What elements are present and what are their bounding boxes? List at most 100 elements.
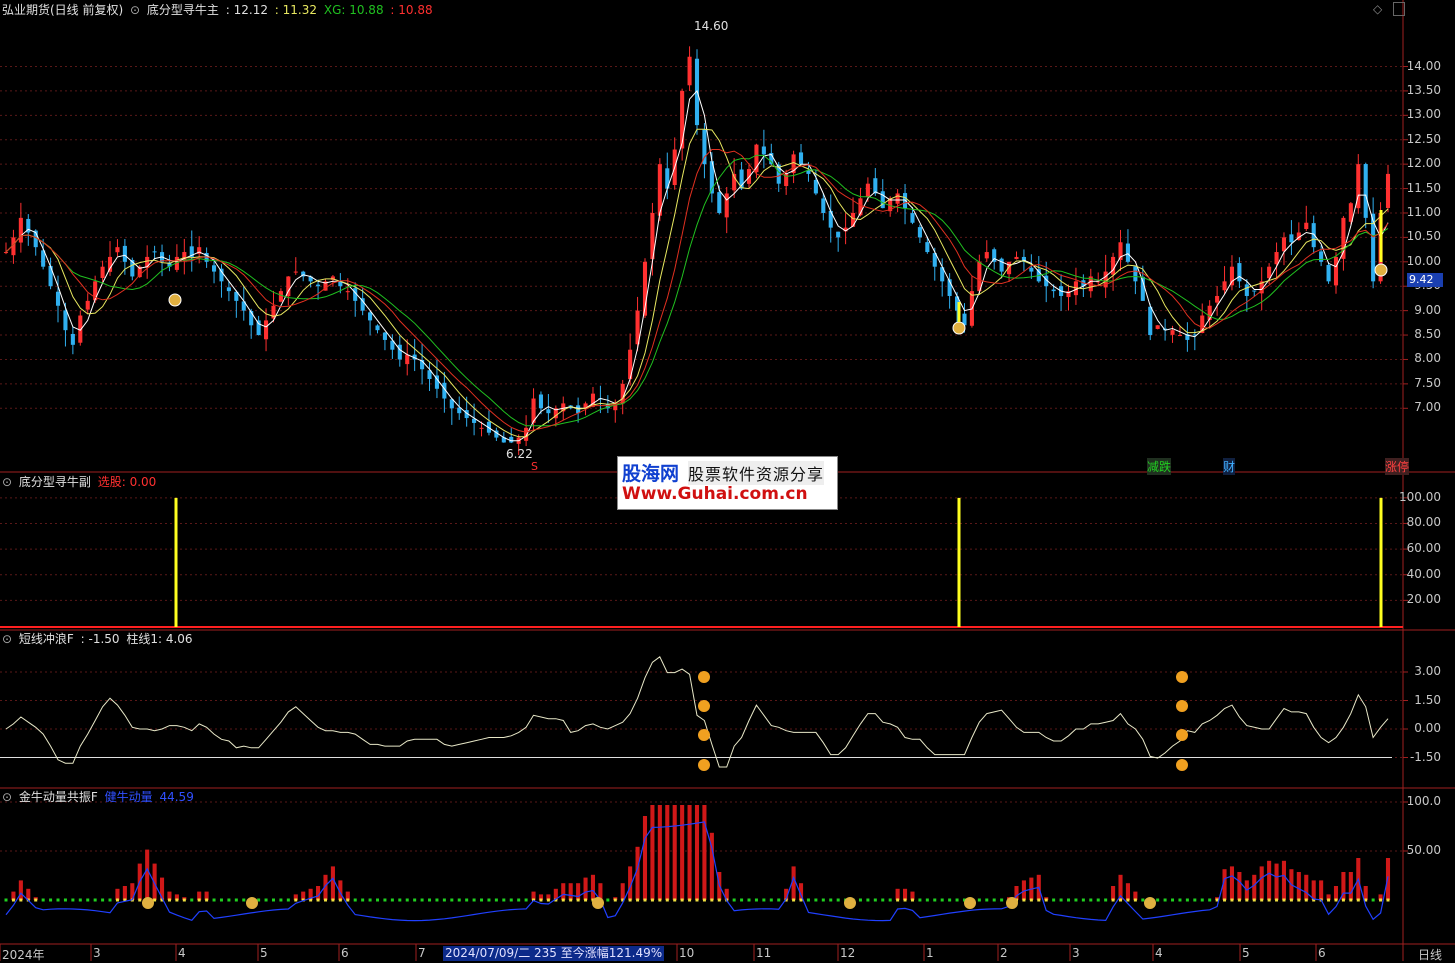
indicator-dropdown-icon[interactable]: ⊙ — [130, 3, 140, 17]
panel2-title[interactable]: 底分型寻牛副 — [19, 475, 91, 489]
panel4-dot — [361, 898, 365, 902]
x-axis-label: 6 — [1318, 946, 1326, 960]
panel4-dot — [264, 898, 268, 902]
panel4-dot — [740, 898, 744, 902]
up-arrow-icon — [1176, 671, 1188, 683]
panel4-dot — [205, 898, 209, 902]
jiandie-tag[interactable]: 减跌 — [1147, 458, 1172, 475]
panel4-bar — [1229, 866, 1235, 900]
panel4-dot — [376, 898, 380, 902]
panel4-tick-label: 50.00 — [1406, 843, 1441, 857]
panel4-bar — [583, 877, 588, 900]
candle-body — [1148, 306, 1153, 336]
x-axis-label: 2 — [1000, 946, 1008, 960]
stock-title[interactable]: 弘业期货(日线 前复权) — [2, 3, 123, 17]
panel3-v2: 柱线1: 4.06 — [126, 632, 193, 646]
candle-body — [375, 325, 380, 331]
panel4-dot — [1029, 898, 1033, 902]
x-axis-label: 6 — [341, 946, 349, 960]
panel4-dot — [643, 898, 647, 902]
panel4-dot — [1178, 898, 1182, 902]
status-bar: 2024/07/09/二 235 至今涨幅121.49% — [443, 946, 665, 961]
panel3-title[interactable]: 短线冲浪F — [19, 632, 74, 646]
panel4-dot — [665, 898, 669, 902]
panel4-bar — [1363, 886, 1368, 900]
candle-body — [264, 320, 269, 340]
indicator-name[interactable]: 底分型寻牛主 — [147, 3, 219, 17]
panel3-dropdown-icon[interactable]: ⊙ — [2, 632, 12, 646]
candle-body — [316, 284, 321, 287]
candle-body — [850, 212, 856, 227]
panel-toggle-icon[interactable] — [1393, 2, 1405, 16]
panel4-bar — [657, 805, 662, 900]
panel4-bar — [672, 805, 677, 900]
panel4-dot — [41, 898, 45, 902]
price-tick-label: 11.00 — [1406, 204, 1441, 219]
panel4-dot — [955, 898, 959, 902]
candle-body — [405, 354, 410, 365]
panel4-dot — [985, 898, 989, 902]
candle-body — [479, 427, 484, 429]
moving-average-line — [5, 154, 1389, 427]
panel4-bar — [680, 805, 685, 900]
candle-body — [1363, 164, 1368, 218]
panel4-dot — [1341, 898, 1345, 902]
panel4-dot — [1022, 898, 1026, 902]
panel4-dot — [390, 898, 394, 902]
diamond-icon[interactable]: ◇ — [1373, 2, 1382, 16]
panel4-dot — [888, 898, 892, 902]
panel4-dot — [1133, 898, 1137, 902]
panel4-dot — [1245, 898, 1249, 902]
panel4-bar — [1111, 886, 1116, 900]
panel4-dot — [561, 898, 565, 902]
panel4-bar — [1304, 874, 1309, 900]
panel4-dot — [910, 898, 914, 902]
panel2-dropdown-icon[interactable]: ⊙ — [2, 475, 12, 489]
candle-body — [836, 231, 841, 238]
panel4-dot — [650, 898, 654, 902]
panel4-dot — [494, 898, 498, 902]
candle-body — [1051, 289, 1056, 292]
panel4-bar — [620, 883, 625, 900]
panel2-tick-label: 100.00 — [1399, 489, 1441, 504]
panel4-bar — [895, 888, 900, 900]
panel4-dot — [636, 898, 640, 902]
panel4-dot — [873, 898, 877, 902]
panel4-dot — [271, 898, 275, 902]
candle-body — [219, 268, 224, 282]
candle-body — [48, 265, 53, 287]
cai-tag[interactable]: 财 — [1223, 458, 1236, 475]
panel4-dot — [368, 898, 372, 902]
zhangting-tag[interactable]: 涨停 — [1385, 458, 1410, 475]
panel4-bar — [330, 866, 335, 900]
x-axis-label: 1 — [926, 946, 934, 960]
candle-body — [63, 310, 68, 331]
candle-body — [880, 191, 885, 209]
panel4-dot — [1081, 898, 1085, 902]
candle-body — [761, 146, 766, 155]
panel4-dropdown-icon[interactable]: ⊙ — [2, 790, 12, 804]
x-axis-label: 3 — [93, 946, 101, 960]
watermark-slogan: 股票软件资源分享 — [688, 461, 825, 485]
panel4-dot — [1371, 898, 1375, 902]
xg-value: XG: 10.88 — [323, 3, 384, 17]
panel4-bar — [1237, 872, 1242, 900]
watermark: 股海网 股票软件资源分享 Www.Guhai.com.cn — [617, 456, 838, 510]
panel4-dot — [1185, 898, 1189, 902]
panel4-title[interactable]: 金牛动量共振F — [19, 790, 98, 804]
panel4-dot — [1126, 898, 1130, 902]
s-tag[interactable]: S — [531, 460, 538, 473]
panel4-dot — [702, 898, 706, 902]
panel4-dot — [717, 898, 721, 902]
candle-body — [368, 312, 373, 321]
candle-body — [397, 344, 402, 360]
panel4-dot — [1000, 898, 1004, 902]
panel4-dot — [197, 898, 201, 902]
panel4-dot — [1111, 898, 1115, 902]
x-axis-label: 3 — [1072, 946, 1080, 960]
money-bag-icon — [168, 293, 182, 307]
candle-body — [100, 266, 105, 279]
panel4-dot — [442, 898, 446, 902]
panel4-bar — [1281, 860, 1287, 900]
period-selector[interactable]: 日线 — [1418, 946, 1442, 963]
